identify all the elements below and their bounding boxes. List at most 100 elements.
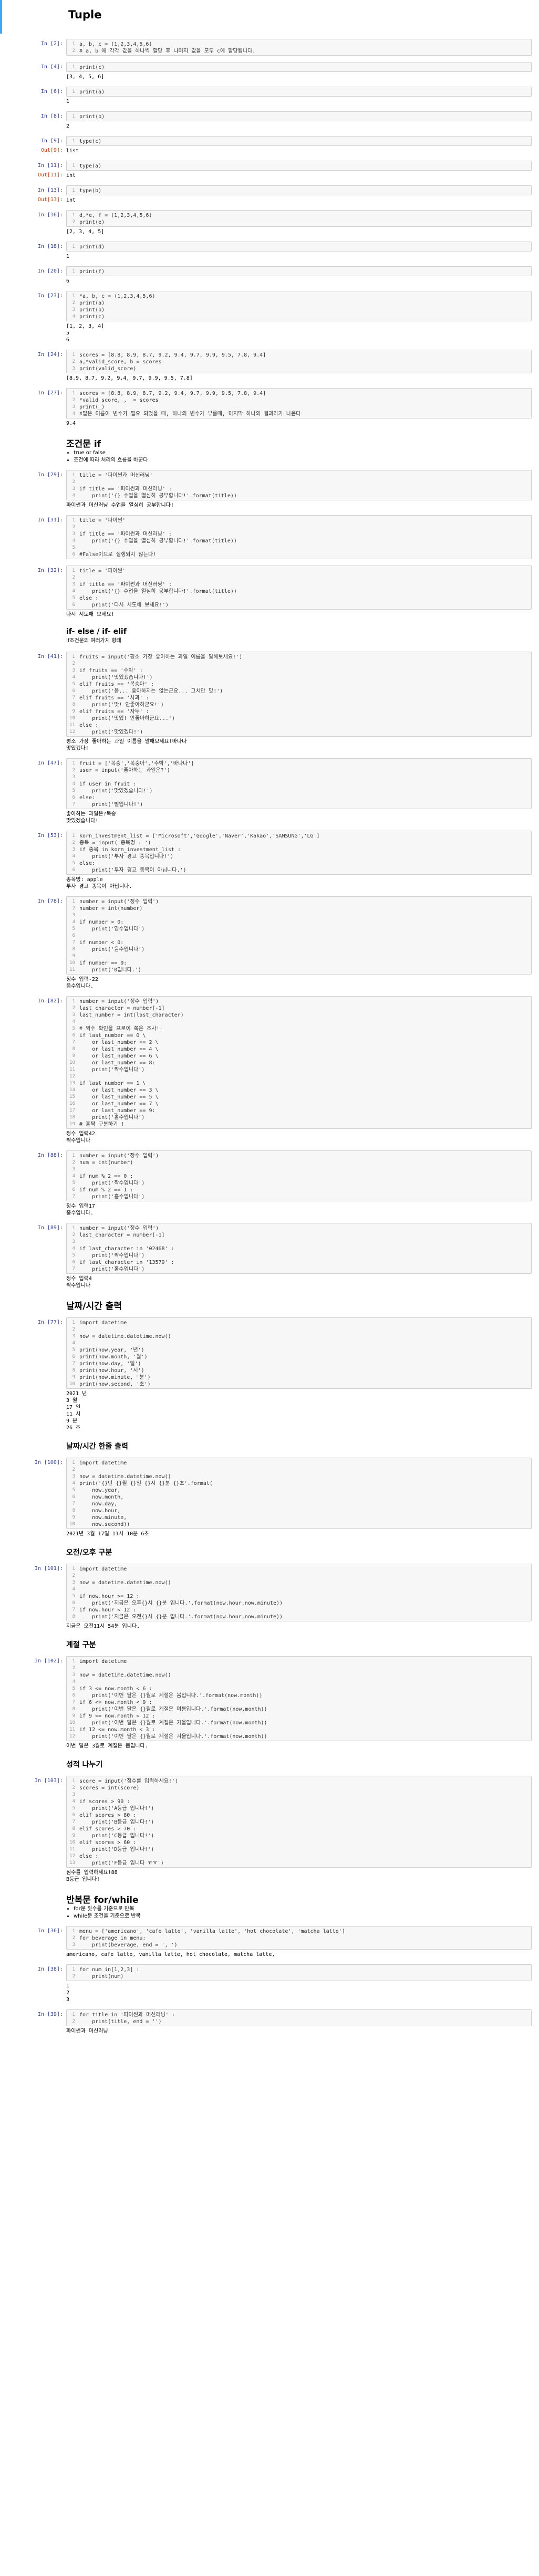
code-input[interactable]: 1 menu = ['americano', 'cafe latte', 'van… <box>66 1926 532 1950</box>
code-line: 6 if last_number == 0 \ <box>67 1032 531 1039</box>
line-number: 6 <box>72 1813 75 1818</box>
cell-output: 2 <box>66 123 70 129</box>
code-cell[interactable]: In [11]: 1 type(a) Out[11]: int <box>0 161 539 179</box>
code-cell[interactable]: In [27]: 1 scores = [8.8, 8.9, 8.7, 9.2, 9… <box>0 388 539 427</box>
code-input[interactable]: 1 print(b) <box>66 111 532 121</box>
line-number: 3 <box>72 1334 75 1339</box>
code-line: 7 elif fruits == '사과' : <box>67 695 531 701</box>
code-input[interactable]: 1 type(c) <box>66 136 532 146</box>
code-input[interactable]: 1 for num in[1,2,3] :2 print(num) <box>66 1964 532 1981</box>
code-input[interactable]: 1 scores = [8.8, 8.9, 8.7, 9.2, 9.4, 9.7,… <box>66 350 532 373</box>
code-input[interactable]: 1 scores = [8.8, 8.9, 8.7, 9.2, 9.4, 9.7,… <box>66 388 532 418</box>
line-number: 5 <box>72 1488 75 1493</box>
code-cell[interactable]: In [102]: 1 import datetime 2 3 now = datetim… <box>0 1656 539 1750</box>
code-cell[interactable]: In [29]: 1 title = '파이썬과 머신러닝' 2 3 if title =… <box>0 470 539 509</box>
code-cell[interactable]: In [89]: 1 number = input('정수 입력') 2 last_ch… <box>0 1223 539 1289</box>
code-input[interactable]: 1 title = '파이썬' 2 3 if title == '파이썬과 머신러닝' … <box>66 515 532 559</box>
line-number: 2 <box>72 1467 75 1472</box>
line-number: 5 <box>72 545 75 550</box>
code-input[interactable]: 1 fruits = input('평소 가장 좋아하는 과일 이름을 말해보세요… <box>66 652 532 737</box>
code-text: if last_character in '13579' : <box>79 1260 174 1265</box>
code-text: or last_number == 3 \ <box>79 1087 159 1093</box>
code-input[interactable]: 1 type(a) <box>66 161 532 171</box>
code-input[interactable]: 1 import datetime 2 3 now = datetime.datetim… <box>66 1656 532 1741</box>
code-text: now.year, <box>79 1488 121 1493</box>
code-input[interactable]: 1 print(a) <box>66 87 532 97</box>
code-input[interactable]: 1 type(b) <box>66 185 532 195</box>
code-input[interactable]: 1 a, b, c = (1,2,3,4,5,6) 2 # a, b 에 각각 값을 … <box>66 39 532 56</box>
code-line: 3 print(_) <box>67 404 531 411</box>
code-line: 9 elif fruits == '자두' : <box>67 708 531 715</box>
code-cell[interactable]: In [18]: 1 print(d) 1 <box>0 242 539 260</box>
code-input[interactable]: 1 *a, b, c = (1,2,3,4,5,6) 2 print(a) 3 print… <box>66 291 532 321</box>
code-text: if title == '파이썬과 머신러닝' : <box>79 531 172 537</box>
code-line: 8 print('이번 달은 {}월로 계절은 여름입니다.'.format(n… <box>67 1706 531 1713</box>
line-number: 1 <box>72 833 75 839</box>
code-input[interactable]: 1 import datetime 2 3 now = datetime.datetim… <box>66 1458 532 1529</box>
code-cell[interactable]: In [101]: 1 import datetime 2 3 now = datetim… <box>0 1564 539 1630</box>
code-cell[interactable]: In [2]: 1 a, b, c = (1,2,3,4,5,6) 2 # a, b 에… <box>0 39 539 56</box>
code-cell[interactable]: In [82]: 1 number = input('정수 입력') 2 last_ch… <box>0 996 539 1144</box>
code-input[interactable]: 1 d,*e, f = (1,2,3,4,5,6) 2 print(e) <box>66 210 532 227</box>
code-input[interactable]: 1 title = '파이썬과 머신러닝' 2 3 if title == '파이썬과 … <box>66 470 532 500</box>
code-cell[interactable]: In [88]: 1 number = input('정수 입력') 2 num = i… <box>0 1150 539 1217</box>
code-text: if number > 0: <box>79 919 124 925</box>
line-number: 1 <box>72 654 75 659</box>
code-cell[interactable]: In [9]: 1 type(c) Out[9]: list <box>0 136 539 154</box>
cell-output: 좋아하는 과일은?복숭 맛있겠습니다! <box>66 811 116 824</box>
code-text: now = datetime.datetime.now() <box>79 1334 171 1339</box>
notebook-title-cell[interactable]: Tuple <box>0 0 537 34</box>
code-text: print('투자 경고 종목입니다!') <box>79 854 174 860</box>
code-cell[interactable]: In [31]: 1 title = '파이썬' 2 3 if title == '파이썬… <box>0 515 539 559</box>
code-line: 3 if title == '파이썬과 머신러닝' : <box>67 486 531 493</box>
code-input[interactable]: 1 fruit = ['복숭','복숭아','수박','바나나'] 2 user = … <box>66 758 532 809</box>
code-line: 3 if 종목 in korn_investment_list : <box>67 846 531 853</box>
code-input[interactable]: 1 number = input('정수 입력') 2 last_character … <box>66 1223 532 1274</box>
code-cell[interactable]: In [53]: 1 korn_investment_list = ['Micros… <box>0 831 539 890</box>
code-line: 13 if last_number == 1 \ <box>67 1080 531 1087</box>
code-cell[interactable]: In [8]: 1 print(b) 2 <box>0 111 539 130</box>
code-input[interactable]: 1 number = input('정수 입력') 2 num = int(numbe… <box>66 1150 532 1201</box>
code-input[interactable]: 1 import datetime 2 3 now = datetime.datetim… <box>66 1564 532 1621</box>
code-cell[interactable]: In [13]: 1 type(b) Out[13]: int <box>0 185 539 204</box>
code-input[interactable]: 1 for title in '파이썬과 머신러닝' :2 print(title… <box>66 2009 532 2026</box>
code-input[interactable]: 1 score = input('점수를 입력하세요!') 2 scores = in… <box>66 1776 532 1868</box>
code-cell[interactable]: In [77]: 1 import datetime 2 3 now = datetime… <box>0 1317 539 1431</box>
code-input[interactable]: 1 korn_investment_list = ['Microsoft','Go… <box>66 831 532 875</box>
line-number: 4 <box>72 538 75 543</box>
cell-output: [1, 2, 3, 4] 5 6 <box>66 323 105 343</box>
code-input[interactable]: 1 print(c) <box>66 62 532 72</box>
code-input[interactable]: 1 print(d) <box>66 242 532 252</box>
code-cell[interactable]: In [24]: 1 scores = [8.8, 8.9, 8.7, 9.2, 9… <box>0 350 539 382</box>
code-line: 10 print('맛있! 안좋아하군요...') <box>67 715 531 722</box>
code-input[interactable]: 1 import datetime 2 3 now = datetime.datetim… <box>66 1317 532 1389</box>
code-text: print(num) <box>79 1974 124 1980</box>
code-cell[interactable]: In [100]: 1 import datetime 2 3 now = datetim… <box>0 1458 539 1537</box>
code-input[interactable]: 1 title = '파이썬' 2 3 if title == '파이썬과 머신러닝' … <box>66 566 532 610</box>
code-cell[interactable]: In [47]: 1 fruit = ['복숭','복숭아','수박','바나나']… <box>0 758 539 824</box>
code-cell[interactable]: In [38]: 1 for num in[1,2,3] :2 print(num)… <box>0 1964 539 2003</box>
code-cell[interactable]: In [20]: 1 print(f) 6 <box>0 266 539 285</box>
code-cell[interactable]: In [78]: 1 number = input('정수 입력') 2 number … <box>0 896 539 990</box>
code-cell[interactable]: In [41]: 1 fruits = input('평소 가장 좋아하는 과일 이… <box>0 652 539 752</box>
code-text: elif fruits == '사과' : <box>79 695 149 701</box>
code-cell[interactable]: In [16]: 1 d,*e, f = (1,2,3,4,5,6) 2 print(e… <box>0 210 539 235</box>
code-cell[interactable]: In [103]: 1 score = input('점수를 입력하세요!') 2 sc… <box>0 1776 539 1883</box>
line-number: 10 <box>69 1840 75 1845</box>
code-cell[interactable]: In [36]: 1 menu = ['americano', 'cafe latt… <box>0 1926 539 1958</box>
code-text: if num % 2 == 1 : <box>79 1187 133 1193</box>
code-cell[interactable]: In [4]: 1 print(c) [3, 4, 5, 6] <box>0 62 539 80</box>
line-number: 11 <box>69 967 75 972</box>
code-input[interactable]: 1 number = input('정수 입력') 2 last_character … <box>66 996 532 1129</box>
code-input[interactable]: 1 number = input('정수 입력') 2 number = int(nu… <box>66 896 532 975</box>
code-cell[interactable]: In [6]: 1 print(a) 1 <box>0 87 539 105</box>
code-cell[interactable]: In [32]: 1 title = '파이썬' 2 3 if title == '파이썬… <box>0 566 539 618</box>
line-number: 1 <box>72 1929 75 1934</box>
code-text: now = datetime.datetime.now() <box>79 1474 171 1480</box>
code-input[interactable]: 1 print(f) <box>66 266 532 276</box>
code-cell[interactable]: In [23]: 1 *a, b, c = (1,2,3,4,5,6) 2 print(… <box>0 291 539 343</box>
section-description: if조건문의 여러가지 형태 <box>66 638 121 644</box>
line-number: 2 <box>72 906 75 911</box>
code-cell[interactable]: In [39]: 1 for title in '파이썬과 머신러닝' :2 pri… <box>0 2009 539 2035</box>
code-text: if last_character in '02468' : <box>79 1246 174 1252</box>
